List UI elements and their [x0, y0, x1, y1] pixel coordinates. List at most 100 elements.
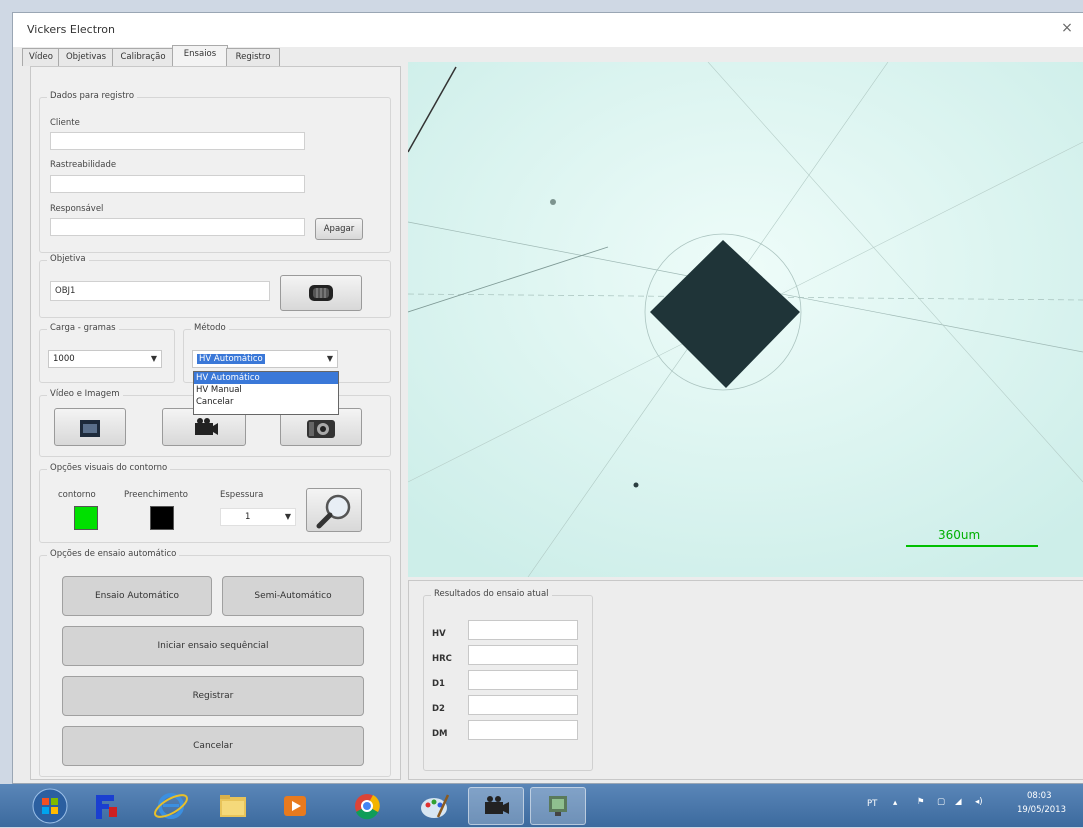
cliente-label: Cliente	[50, 118, 80, 128]
network-icon[interactable]: ◢	[955, 797, 962, 807]
video-folder-button[interactable]	[54, 408, 126, 446]
automatico-legend: Opções de ensaio automático	[47, 549, 180, 559]
contorno-group: Opções visuais do contorno contorno Pree…	[39, 463, 391, 543]
espessura-label: Espessura	[220, 490, 264, 500]
microscope-view[interactable]: 360um	[408, 62, 1083, 577]
windows-start-icon	[32, 788, 68, 824]
objetiva-legend: Objetiva	[47, 254, 89, 264]
espessura-value: 1	[245, 512, 251, 522]
objetiva-capture-button[interactable]	[280, 275, 362, 311]
d2-label: D2	[432, 704, 445, 714]
tab-video[interactable]: Vídeo	[22, 48, 60, 66]
video-camera-icon	[485, 796, 509, 814]
dados-registro-legend: Dados para registro	[47, 91, 138, 101]
camera-icon	[307, 420, 335, 438]
iniciar-sequencial-button[interactable]: Iniciar ensaio sequêncial	[62, 626, 364, 666]
chevron-down-icon: ▼	[326, 354, 333, 363]
contorno-label: contorno	[58, 490, 96, 500]
system-tray: PT ▴ ⚑ ▢ ◢ ◂) 08:03 19/05/2013	[853, 784, 1083, 827]
tab-registro[interactable]: Registro	[226, 48, 280, 66]
chevron-down-icon: ▼	[150, 354, 157, 363]
internet-explorer-icon	[154, 793, 188, 819]
cancelar-button[interactable]: Cancelar	[62, 726, 364, 766]
chevron-up-icon[interactable]: ▴	[893, 798, 897, 808]
magnifier-icon	[316, 494, 351, 529]
taskbar-paint[interactable]	[410, 787, 460, 825]
hv-field[interactable]	[468, 620, 578, 640]
metodo-option-cancelar[interactable]: Cancelar	[194, 396, 338, 408]
results-group: Resultados do ensaio atual HV HRC D1 D2 …	[423, 589, 593, 771]
lock-icon[interactable]: ▢	[937, 797, 945, 807]
d1-field[interactable]	[468, 670, 578, 690]
contorno-color-swatch[interactable]	[74, 506, 98, 530]
contorno-legend: Opções visuais do contorno	[47, 463, 171, 473]
chrome-icon	[355, 794, 380, 820]
taskbar-internet-explorer[interactable]	[146, 787, 196, 825]
tab-objetivas[interactable]: Objetivas	[58, 48, 114, 66]
preenchimento-label: Preenchimento	[124, 490, 188, 500]
d1-label: D1	[432, 679, 445, 689]
scale-bar-label: 360um	[938, 528, 980, 542]
responsavel-field[interactable]	[50, 218, 305, 236]
carga-value: 1000	[53, 354, 75, 364]
metodo-option-hv-manual[interactable]: HV Manual	[194, 384, 338, 396]
carga-select[interactable]: 1000 ▼	[48, 350, 162, 368]
hrc-field[interactable]	[468, 645, 578, 665]
results-legend: Resultados do ensaio atual	[431, 589, 552, 599]
results-panel: Resultados do ensaio atual HV HRC D1 D2 …	[408, 580, 1083, 780]
d2-field[interactable]	[468, 695, 578, 715]
taskbar-explorer[interactable]	[208, 787, 258, 825]
volume-icon[interactable]: ◂)	[975, 797, 983, 807]
indentation-image: 360um	[408, 62, 1083, 577]
taskbar-video-app[interactable]	[468, 787, 524, 825]
language-indicator[interactable]: PT	[867, 799, 877, 809]
ensaios-panel: Dados para registro Cliente Rastreabilid…	[30, 66, 401, 780]
rastreabilidade-field[interactable]	[50, 175, 305, 193]
metodo-select[interactable]: HV Automático ▼	[192, 350, 338, 368]
taskbar-app-f[interactable]	[82, 787, 132, 825]
hv-label: HV	[432, 629, 446, 639]
flag-icon[interactable]: ⚑	[917, 797, 925, 807]
objetiva-field[interactable]: OBJ1	[50, 281, 270, 301]
start-button[interactable]	[30, 787, 74, 825]
dm-label: DM	[432, 729, 448, 739]
taskbar-media-player[interactable]	[270, 787, 320, 825]
close-icon[interactable]: ×	[1058, 19, 1076, 37]
metodo-legend: Método	[191, 323, 229, 333]
hrc-label: HRC	[432, 654, 452, 664]
carga-group: Carga - gramas 1000 ▼	[39, 323, 175, 383]
responsavel-label: Responsável	[50, 204, 104, 214]
taskbar-chrome[interactable]	[342, 787, 392, 825]
folder-icon	[220, 795, 246, 817]
dados-registro-group: Dados para registro Cliente Rastreabilid…	[39, 91, 391, 253]
ensaio-automatico-button[interactable]: Ensaio Automático	[62, 576, 212, 616]
taskbar-vickers-app[interactable]	[530, 787, 586, 825]
registrar-button[interactable]: Registrar	[62, 676, 364, 716]
tab-ensaios[interactable]: Ensaios	[172, 45, 228, 67]
semi-automatico-button[interactable]: Semi-Automático	[222, 576, 364, 616]
tab-calibracao[interactable]: Calibração	[112, 48, 174, 66]
camera-lens-icon	[309, 285, 333, 301]
paint-icon	[421, 794, 450, 818]
f-app-icon	[96, 795, 117, 819]
folder-icon	[80, 420, 100, 437]
vickers-app-icon	[549, 796, 567, 816]
preenchimento-color-swatch[interactable]	[150, 506, 174, 530]
cliente-field[interactable]	[50, 132, 305, 150]
zoom-button[interactable]	[306, 488, 362, 532]
video-camera-icon	[195, 418, 218, 435]
media-player-icon	[284, 796, 306, 816]
dm-field[interactable]	[468, 720, 578, 740]
espessura-select[interactable]: 1 ▼	[220, 508, 296, 526]
taskbar: PT ▴ ⚑ ▢ ◢ ◂) 08:03 19/05/2013	[0, 784, 1083, 827]
apagar-button[interactable]: Apagar	[315, 218, 363, 240]
rastreabilidade-label: Rastreabilidade	[50, 160, 117, 170]
clock-time[interactable]: 08:03	[1027, 791, 1052, 801]
title-bar: Vickers Electron ×	[13, 13, 1083, 47]
metodo-option-hv-automatico[interactable]: HV Automático	[194, 372, 338, 384]
clock-date[interactable]: 19/05/2013	[1017, 805, 1066, 815]
video-imagem-legend: Vídeo e Imagem	[47, 389, 123, 399]
chevron-down-icon: ▼	[284, 512, 291, 521]
metodo-value: HV Automático	[197, 354, 265, 364]
objetiva-group: Objetiva OBJ1	[39, 254, 391, 318]
